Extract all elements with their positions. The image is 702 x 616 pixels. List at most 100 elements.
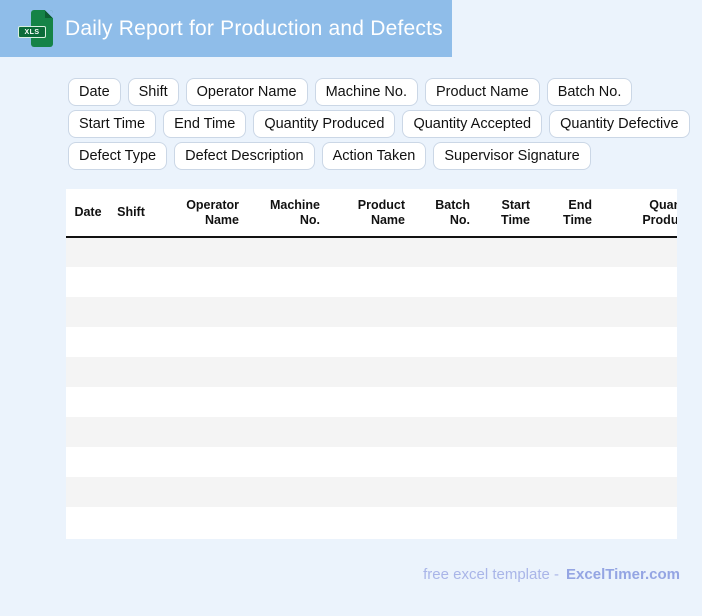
empty-cell bbox=[598, 327, 677, 357]
empty-cell bbox=[245, 477, 326, 507]
empty-cell bbox=[536, 477, 598, 507]
empty-cell bbox=[536, 267, 598, 297]
column-header-product-name: Product Name bbox=[326, 189, 411, 238]
empty-cell bbox=[411, 387, 476, 417]
empty-cell bbox=[110, 327, 152, 357]
empty-cell bbox=[476, 477, 536, 507]
empty-cell bbox=[245, 267, 326, 297]
field-chip-batch-no[interactable]: Batch No. bbox=[546, 78, 633, 106]
empty-cell bbox=[66, 447, 110, 477]
footer-text: free excel template - bbox=[423, 566, 560, 583]
empty-cell bbox=[536, 417, 598, 447]
table-row bbox=[66, 267, 677, 297]
empty-cell bbox=[598, 237, 677, 267]
column-header-date: Date bbox=[66, 189, 110, 238]
empty-cell bbox=[411, 447, 476, 477]
empty-cell bbox=[411, 417, 476, 447]
field-chip-end-time[interactable]: End Time bbox=[163, 110, 247, 138]
empty-cell bbox=[326, 447, 411, 477]
field-chip-supervisor-signature[interactable]: Supervisor Signature bbox=[433, 142, 591, 170]
field-chip-date[interactable]: Date bbox=[68, 78, 121, 106]
empty-cell bbox=[411, 327, 476, 357]
table-row bbox=[66, 327, 677, 357]
page-title: Daily Report for Production and Defects bbox=[65, 16, 443, 40]
table-row bbox=[66, 417, 677, 447]
empty-cell bbox=[110, 417, 152, 447]
empty-cell bbox=[152, 447, 245, 477]
chip-row: Date Shift Operator Name Machine No. Product… bbox=[68, 78, 688, 106]
empty-cell bbox=[598, 447, 677, 477]
empty-cell bbox=[110, 507, 152, 537]
empty-cell bbox=[110, 477, 152, 507]
empty-cell bbox=[598, 267, 677, 297]
field-chip-action-taken[interactable]: Action Taken bbox=[321, 142, 427, 170]
field-chip-group: Date Shift Operator Name Machine No. Product… bbox=[68, 78, 690, 174]
column-header-start-time: Start Time bbox=[476, 189, 536, 238]
field-chip-quantity-accepted[interactable]: Quantity Accepted bbox=[402, 110, 543, 138]
column-header-quantity-produced: Quantity Produced bbox=[598, 189, 677, 238]
empty-cell bbox=[411, 237, 476, 267]
empty-cell bbox=[66, 237, 110, 267]
app-header-banner: XLS Daily Report for Production and Defe… bbox=[0, 0, 452, 57]
column-header-batch-no: Batch No. bbox=[411, 189, 476, 238]
empty-cell bbox=[152, 357, 245, 387]
empty-cell bbox=[326, 327, 411, 357]
table-row bbox=[66, 507, 677, 537]
empty-cell bbox=[598, 477, 677, 507]
empty-cell bbox=[66, 477, 110, 507]
empty-cell bbox=[110, 357, 152, 387]
footer-brand-link[interactable]: ExcelTimer.com bbox=[566, 566, 680, 583]
empty-cell bbox=[598, 417, 677, 447]
table-row bbox=[66, 387, 677, 417]
field-chip-product-name[interactable]: Product Name bbox=[425, 78, 540, 106]
empty-cell bbox=[326, 477, 411, 507]
empty-cell bbox=[66, 267, 110, 297]
table-row bbox=[66, 477, 677, 507]
empty-cell bbox=[245, 357, 326, 387]
empty-cell bbox=[326, 507, 411, 537]
field-chip-defect-type[interactable]: Defect Type bbox=[68, 142, 168, 170]
empty-cell bbox=[536, 297, 598, 327]
empty-cell bbox=[245, 447, 326, 477]
empty-cell bbox=[476, 387, 536, 417]
empty-cell bbox=[476, 237, 536, 267]
field-chip-operator-name[interactable]: Operator Name bbox=[185, 78, 308, 106]
field-chip-quantity-defective[interactable]: Quantity Defective bbox=[549, 110, 690, 138]
column-header-machine-no: Machine No. bbox=[245, 189, 326, 238]
table-row bbox=[66, 237, 677, 267]
empty-cell bbox=[66, 327, 110, 357]
field-chip-machine-no[interactable]: Machine No. bbox=[314, 78, 418, 106]
field-chip-defect-description[interactable]: Defect Description bbox=[174, 142, 315, 170]
empty-cell bbox=[245, 417, 326, 447]
xls-file-fold bbox=[45, 10, 53, 18]
column-header-operator-name: Operator Name bbox=[152, 189, 245, 238]
field-chip-shift[interactable]: Shift bbox=[127, 78, 179, 106]
empty-cell bbox=[536, 237, 598, 267]
empty-cell bbox=[245, 237, 326, 267]
empty-cell bbox=[245, 327, 326, 357]
empty-cell bbox=[152, 387, 245, 417]
footer-credit: free excel template - ExcelTimer.com bbox=[423, 566, 680, 583]
empty-cell bbox=[598, 297, 677, 327]
field-chip-start-time[interactable]: Start Time bbox=[68, 110, 157, 138]
empty-cell bbox=[326, 357, 411, 387]
empty-cell bbox=[110, 237, 152, 267]
empty-cell bbox=[476, 447, 536, 477]
header-row: Date Shift Operator Name Machine No. Product… bbox=[66, 189, 677, 238]
empty-cell bbox=[598, 357, 677, 387]
empty-cell bbox=[476, 297, 536, 327]
report-table-container: Date Shift Operator Name Machine No. Product… bbox=[66, 189, 677, 539]
empty-cell bbox=[326, 387, 411, 417]
empty-cell bbox=[110, 447, 152, 477]
empty-cell bbox=[66, 357, 110, 387]
xls-badge: XLS bbox=[18, 26, 46, 38]
table-row bbox=[66, 357, 677, 387]
empty-cell bbox=[326, 417, 411, 447]
field-chip-quantity-produced[interactable]: Quantity Produced bbox=[253, 110, 396, 138]
empty-cell bbox=[66, 417, 110, 447]
empty-cell bbox=[152, 507, 245, 537]
empty-cell bbox=[326, 297, 411, 327]
empty-cell bbox=[476, 327, 536, 357]
empty-cell bbox=[110, 267, 152, 297]
empty-cell bbox=[245, 297, 326, 327]
